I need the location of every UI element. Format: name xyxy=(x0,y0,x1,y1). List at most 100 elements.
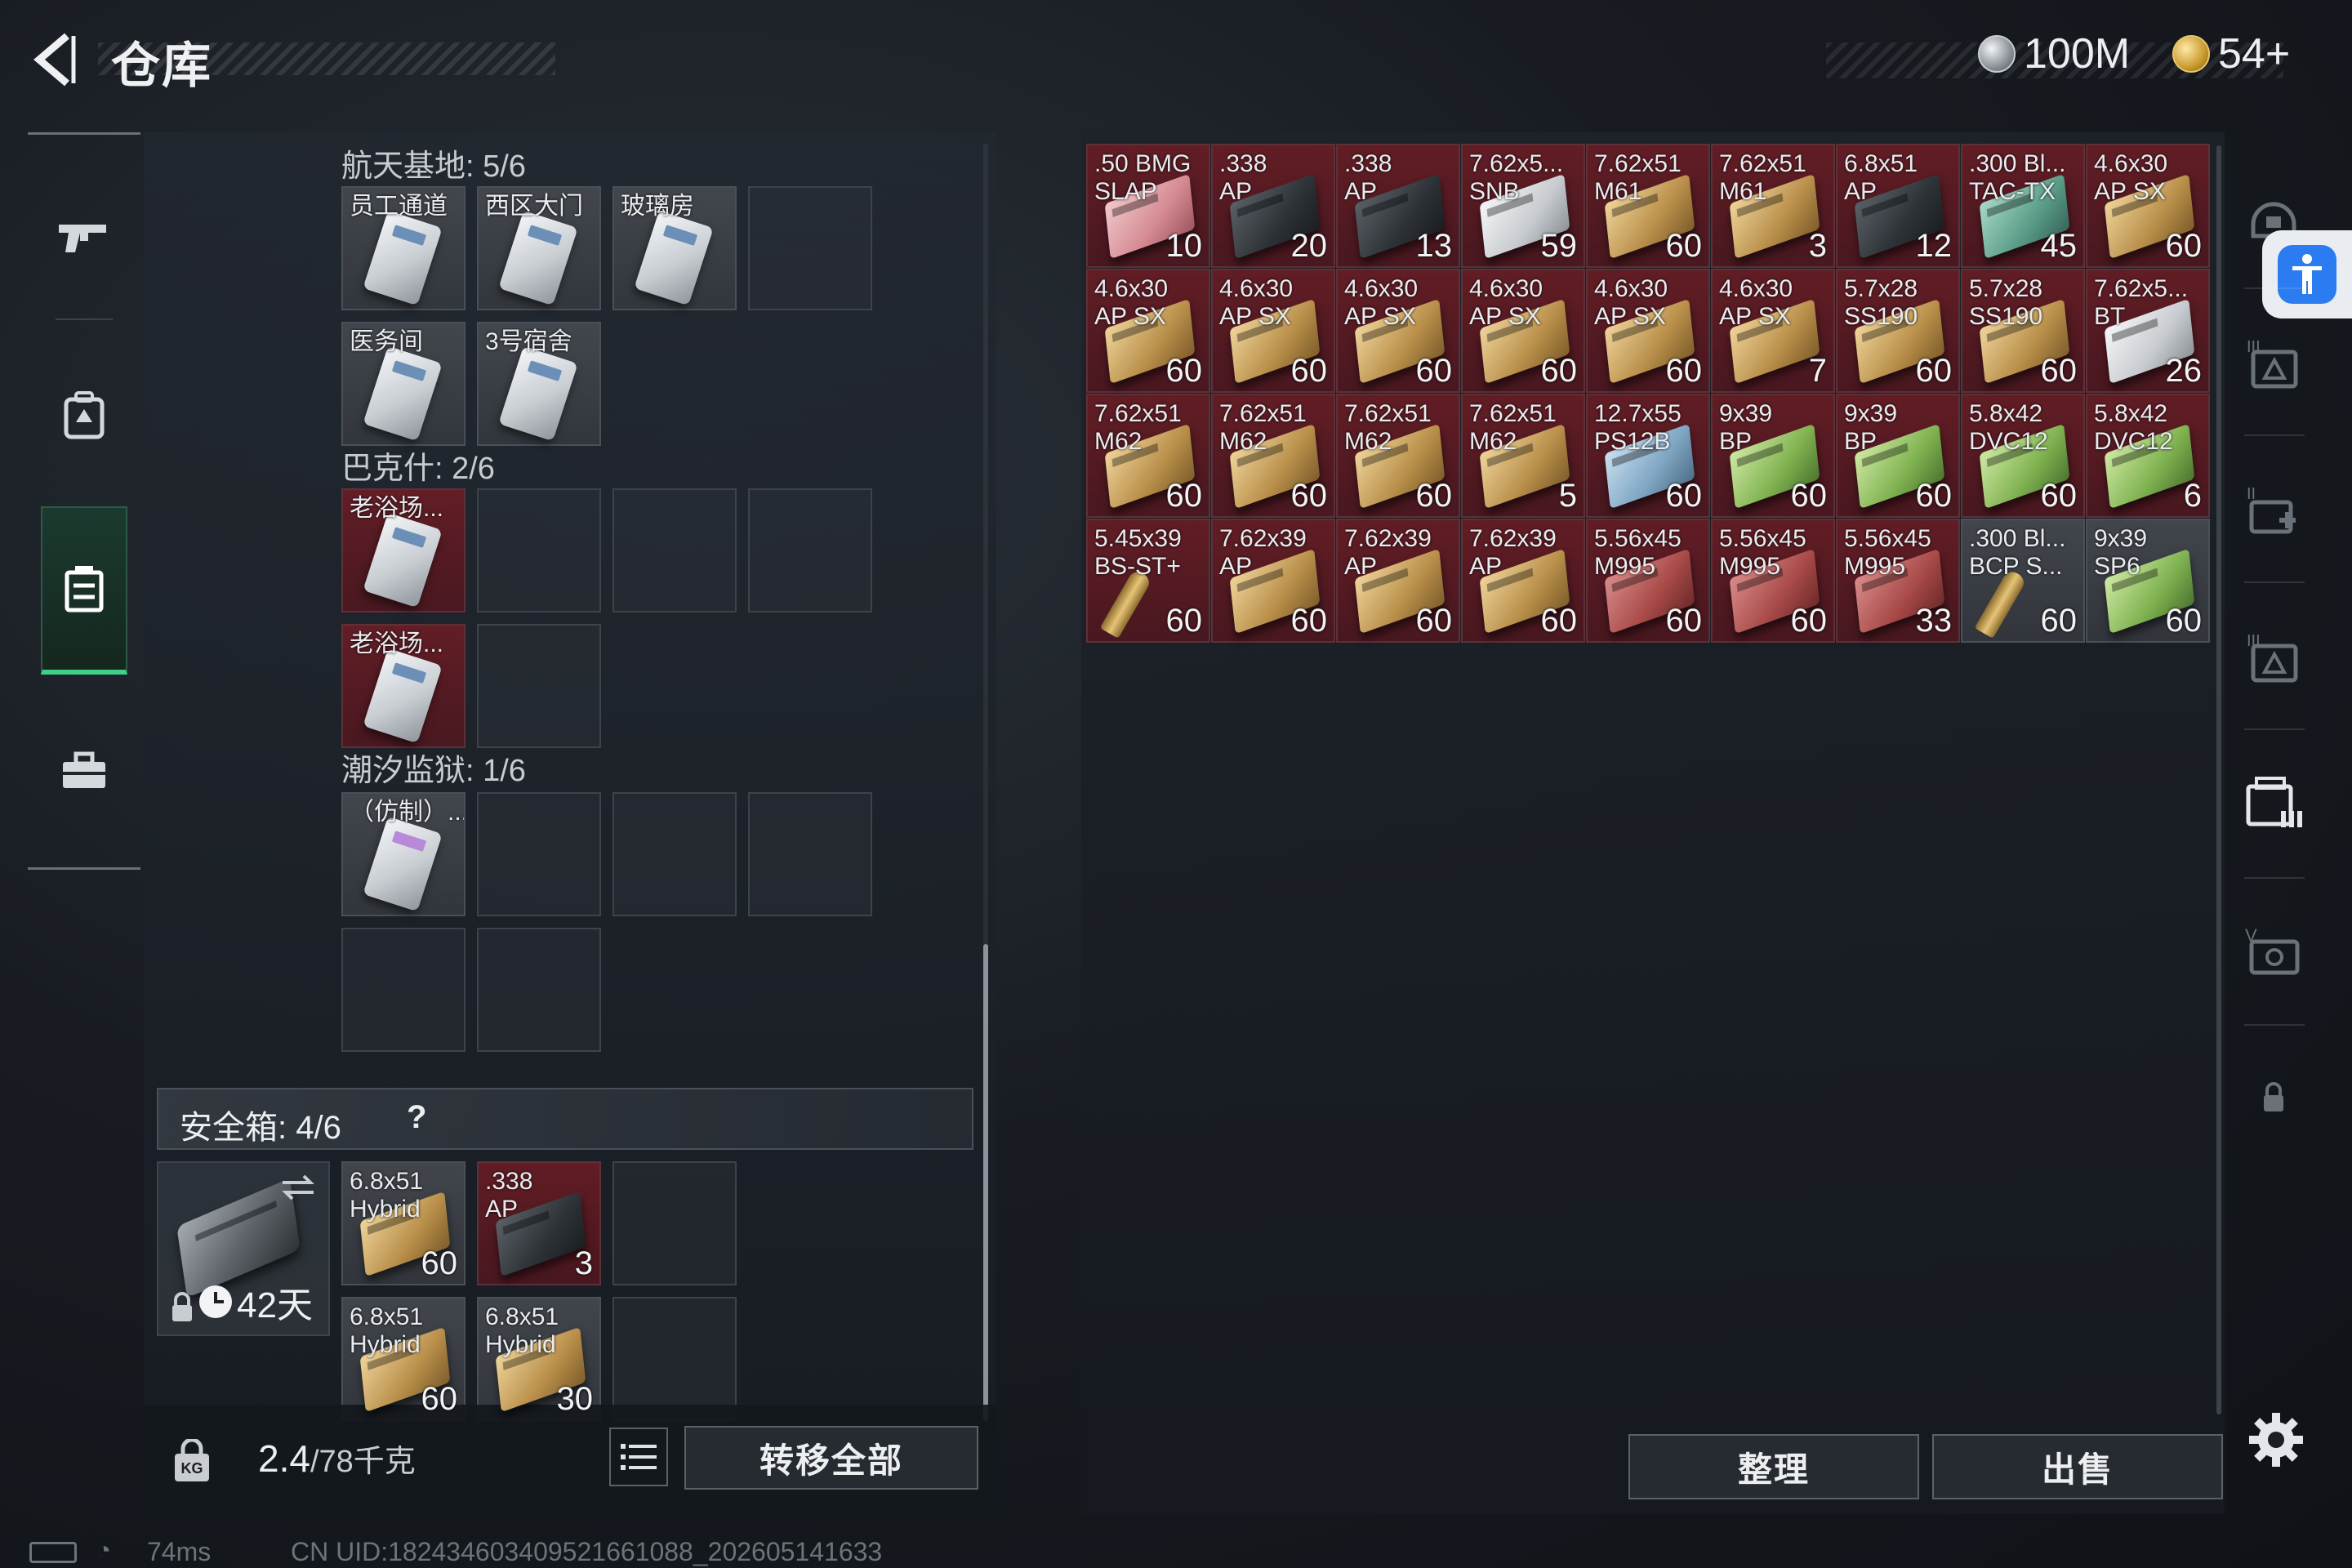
ammo-item[interactable]: 4.6x30 AP SX 60 xyxy=(1086,269,1210,393)
ammo-item[interactable]: .338 AP 13 xyxy=(1336,144,1460,268)
ammo-item[interactable]: 7.62x39 AP 60 xyxy=(1211,519,1335,643)
empty-slot[interactable] xyxy=(612,1161,737,1285)
ammo-item[interactable]: 6.8x51 Hybrid 30 xyxy=(477,1297,601,1421)
settings-gear-icon[interactable] xyxy=(2247,1411,2305,1468)
ammo-item[interactable]: 5.8x42 DVC12 6 xyxy=(2086,394,2210,518)
ammo-item[interactable]: 7.62x51 M61 60 xyxy=(1586,144,1710,268)
silver-currency[interactable]: 100M xyxy=(1978,29,2130,78)
gold-currency-value: 54+ xyxy=(2218,30,2291,78)
ammo-item[interactable]: 5.8x42 DVC12 60 xyxy=(1961,394,2085,518)
ammo-caliber: 9x39 xyxy=(1719,400,1773,427)
list-view-button[interactable] xyxy=(609,1428,668,1486)
empty-slot[interactable] xyxy=(612,792,737,916)
ammo-item[interactable]: 7.62x5... SNB 59 xyxy=(1461,144,1585,268)
ammo-item[interactable]: 5.45x39 BS-ST+ 60 xyxy=(1086,519,1210,643)
keycard-slot[interactable]: 医务间 xyxy=(341,322,466,446)
ammo-item[interactable]: 4.6x30 AP SX 60 xyxy=(1336,269,1460,393)
empty-slot[interactable] xyxy=(477,624,601,748)
rail-tab-5[interactable]: III xyxy=(2241,624,2306,689)
keycard-slot[interactable]: 老浴场... xyxy=(341,624,466,748)
ammo-quantity: 60 xyxy=(1165,353,1203,389)
rail-tab-storage-active[interactable] xyxy=(2241,771,2306,836)
empty-slot[interactable] xyxy=(477,928,601,1052)
empty-slot[interactable] xyxy=(612,488,737,612)
empty-slot[interactable] xyxy=(748,792,872,916)
ammo-item[interactable]: .300 Bl... BCP S... 60 xyxy=(1961,519,2085,643)
gold-currency[interactable]: 54+ xyxy=(2172,29,2290,78)
ammo-item[interactable]: .300 Bl... TAC-TX 45 xyxy=(1961,144,2085,268)
ammo-item[interactable]: 9x39 BP 60 xyxy=(1711,394,1835,518)
ammo-item[interactable]: 5.56x45 M995 60 xyxy=(1711,519,1835,643)
ammo-item[interactable]: 5.7x28 SS190 60 xyxy=(1836,269,1960,393)
keycard-slot[interactable]: 员工通道 xyxy=(341,186,466,310)
ammo-item[interactable]: 7.62x51 M62 60 xyxy=(1086,394,1210,518)
ammo-type: M61 xyxy=(1594,178,1642,205)
accessibility-button[interactable] xyxy=(2262,230,2352,318)
sort-button[interactable]: 整理 xyxy=(1628,1434,1919,1499)
ammo-item[interactable]: 4.6x30 AP SX 60 xyxy=(2086,144,2210,268)
sell-button[interactable]: 出售 xyxy=(1932,1434,2223,1499)
ammo-item[interactable]: 7.62x39 AP 60 xyxy=(1336,519,1460,643)
help-button[interactable]: ? xyxy=(407,1099,426,1136)
keycard-slot[interactable]: 西区大门 xyxy=(477,186,601,310)
nav-item-equipment[interactable] xyxy=(41,372,127,457)
left-scrollbar-thumb[interactable] xyxy=(983,944,988,1421)
back-arrow-icon[interactable] xyxy=(24,29,85,90)
ammo-caliber: 4.6x30 xyxy=(1094,275,1169,302)
ammo-item[interactable]: 6.8x51 Hybrid 60 xyxy=(341,1161,466,1285)
ammo-item[interactable]: 12.7x55 PS12B 60 xyxy=(1586,394,1710,518)
ammo-item[interactable]: 7.62x5... BT 26 xyxy=(2086,269,2210,393)
ammo-item[interactable]: 7.62x51 M61 3 xyxy=(1711,144,1835,268)
empty-slot[interactable] xyxy=(748,488,872,612)
ammo-quantity: 60 xyxy=(1290,478,1328,514)
ammo-name: 7.62x39 AP xyxy=(1344,525,1459,581)
swap-icon[interactable] xyxy=(279,1171,317,1204)
transfer-all-button[interactable]: 转移全部 xyxy=(684,1426,978,1490)
ammo-item[interactable]: 7.62x51 M62 60 xyxy=(1211,394,1335,518)
ammo-item[interactable]: 7.62x51 M62 5 xyxy=(1461,394,1585,518)
right-scrollbar[interactable] xyxy=(2216,145,2221,1414)
safebox-case-slot[interactable]: 42天 xyxy=(157,1161,330,1336)
keycard-slot[interactable]: 3号宿舍 xyxy=(477,322,601,446)
ammo-item[interactable]: 6.8x51 Hybrid 60 xyxy=(341,1297,466,1421)
ammo-caliber: 5.7x28 xyxy=(1844,275,1918,302)
keycard-slot[interactable]: 玻璃房 xyxy=(612,186,737,310)
empty-slot[interactable] xyxy=(477,488,601,612)
ammo-item[interactable]: 5.7x28 SS190 60 xyxy=(1961,269,2085,393)
bag-tier-icon: III xyxy=(2247,338,2298,389)
ammo-item[interactable]: 5.56x45 M995 33 xyxy=(1836,519,1960,643)
ammo-name: 7.62x5... BT xyxy=(2094,275,2208,331)
ammo-item[interactable]: 7.62x39 AP 60 xyxy=(1461,519,1585,643)
left-scrollbar[interactable] xyxy=(983,144,988,1421)
ammo-item[interactable]: 6.8x51 AP 12 xyxy=(1836,144,1960,268)
empty-slot[interactable] xyxy=(748,186,872,310)
ammo-item[interactable]: 9x39 BP 60 xyxy=(1836,394,1960,518)
ammo-item[interactable]: 7.62x51 M62 60 xyxy=(1336,394,1460,518)
ammo-caliber: 4.6x30 xyxy=(1344,275,1419,302)
clock-icon xyxy=(199,1285,232,1318)
ammo-item[interactable]: 5.56x45 M995 60 xyxy=(1586,519,1710,643)
empty-slot[interactable] xyxy=(341,928,466,1052)
empty-slot[interactable] xyxy=(477,792,601,916)
nav-item-storage[interactable] xyxy=(41,506,127,675)
ammo-item[interactable]: 4.6x30 AP SX 60 xyxy=(1461,269,1585,393)
keycard-slot[interactable]: 老浴场... xyxy=(341,488,466,612)
ammo-item[interactable]: .50 BMG SLAP 10 xyxy=(1086,144,1210,268)
ammo-name: 12.7x55 PS12B xyxy=(1594,400,1708,456)
rail-tab-4[interactable]: II xyxy=(2241,477,2306,542)
empty-slot[interactable] xyxy=(612,1297,737,1421)
ammo-quantity: 60 xyxy=(1915,478,1953,514)
rail-separator xyxy=(2244,581,2305,583)
rail-tab-7[interactable]: V xyxy=(2241,918,2306,983)
ammo-item[interactable]: 4.6x30 AP SX 7 xyxy=(1711,269,1835,393)
rail-tab-locked[interactable] xyxy=(2241,1065,2306,1130)
ammo-item[interactable]: 4.6x30 AP SX 60 xyxy=(1586,269,1710,393)
ammo-item[interactable]: 4.6x30 AP SX 60 xyxy=(1211,269,1335,393)
nav-item-weapon[interactable] xyxy=(41,194,127,279)
ammo-item[interactable]: .338 AP 20 xyxy=(1211,144,1335,268)
ammo-item[interactable]: 9x39 SP6 60 xyxy=(2086,519,2210,643)
keycard-slot[interactable]: （仿制）... xyxy=(341,792,466,916)
nav-item-toolbox[interactable] xyxy=(41,728,127,813)
rail-tab-3[interactable]: III xyxy=(2241,330,2306,395)
ammo-item[interactable]: .338 AP 3 xyxy=(477,1161,601,1285)
